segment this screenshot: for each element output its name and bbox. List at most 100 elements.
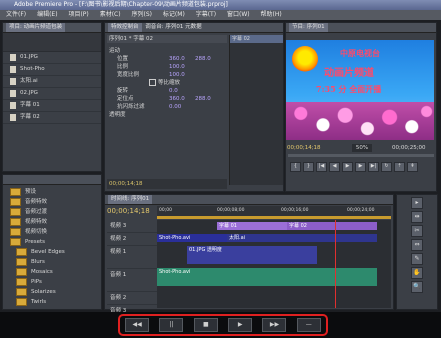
mark-out-button[interactable]: } bbox=[303, 162, 314, 172]
checkbox-icon[interactable] bbox=[149, 79, 156, 86]
property-row[interactable]: 抗闪烁过滤 0.00 bbox=[109, 103, 227, 111]
work-area-bar[interactable] bbox=[157, 216, 391, 219]
menu-file[interactable]: 文件(F) bbox=[6, 11, 26, 18]
property-row[interactable]: 比例 100.0 bbox=[109, 63, 227, 71]
track-select-tool[interactable]: ⇹ bbox=[411, 211, 423, 223]
clip[interactable]: 字幕 02 bbox=[287, 222, 377, 230]
scale-width-value[interactable]: 100.0 bbox=[169, 71, 185, 79]
zoom-select[interactable]: 50% bbox=[352, 144, 372, 152]
goto-out-button[interactable]: ▶| bbox=[368, 162, 379, 172]
position-y-value[interactable]: 288.0 bbox=[195, 55, 211, 63]
slip-tool[interactable]: ⇔ bbox=[411, 239, 423, 251]
clip[interactable]: Shot-Pho.avi bbox=[157, 268, 377, 286]
menu-edit[interactable]: 编辑(E) bbox=[37, 11, 57, 18]
stop-button[interactable]: ■ bbox=[193, 318, 218, 332]
list-item[interactable]: 视频切换 bbox=[3, 227, 101, 237]
play-button[interactable]: ▶ bbox=[342, 162, 353, 172]
selection-tool[interactable]: ▸ bbox=[411, 197, 423, 209]
track-video-2[interactable]: 视频 2 bbox=[107, 233, 157, 246]
tab-audio-mixer[interactable]: 调音台: 序列01 bbox=[145, 24, 183, 30]
video-preview[interactable]: 中原电视台 动画片频道 7:35 分 全面开播 bbox=[286, 40, 434, 140]
lift-button[interactable]: ⇡ bbox=[394, 162, 405, 172]
playhead[interactable] bbox=[335, 220, 336, 308]
tab-project[interactable]: 项目: 动画片频道包装 bbox=[6, 23, 66, 32]
list-item[interactable]: Twirls bbox=[3, 297, 101, 307]
position-x-value[interactable]: 360.0 bbox=[169, 55, 185, 63]
anchor-y-value[interactable]: 288.0 bbox=[195, 95, 211, 103]
time-ruler[interactable]: 00;00 00;00;08;00 00;00;16;00 00;00;24;0… bbox=[157, 206, 391, 216]
pen-tool[interactable]: ✎ bbox=[411, 253, 423, 265]
property-row[interactable]: 位置 360.0 288.0 bbox=[109, 55, 227, 63]
list-item[interactable]: 视频特效 bbox=[3, 217, 101, 227]
menu-sequence[interactable]: 序列(S) bbox=[132, 11, 153, 18]
list-item[interactable]: 字幕 02 bbox=[3, 112, 101, 124]
tab-effect-controls[interactable]: 特效控制台 bbox=[108, 23, 142, 32]
step-back-button[interactable]: ◀ bbox=[329, 162, 340, 172]
pause-button[interactable]: || bbox=[159, 318, 184, 332]
tab-timeline[interactable]: 时间线: 序列01 bbox=[108, 195, 153, 204]
list-item[interactable]: 字幕 01 bbox=[3, 100, 101, 112]
list-item[interactable]: 太阳.ai bbox=[3, 76, 101, 88]
property-row[interactable]: 透明度 bbox=[109, 111, 227, 119]
step-forward-button[interactable]: ▶ bbox=[355, 162, 366, 172]
clip[interactable]: 太阳.ai bbox=[227, 234, 377, 242]
menu-marker[interactable]: 标记(M) bbox=[163, 11, 185, 18]
goto-in-button[interactable]: |◀ bbox=[316, 162, 327, 172]
scale-value[interactable]: 100.0 bbox=[169, 63, 185, 71]
clip[interactable]: 字幕 01 bbox=[217, 222, 287, 230]
clip[interactable]: 01.JPG 透明度 bbox=[187, 246, 317, 264]
track-video-3[interactable]: 视频 3 bbox=[107, 220, 157, 233]
property-row[interactable]: 旋转 0.0 bbox=[109, 87, 227, 95]
list-item[interactable]: Bevel Edges bbox=[3, 247, 101, 257]
property-row[interactable]: 运动 bbox=[109, 47, 227, 55]
list-item[interactable]: Blurs bbox=[3, 257, 101, 267]
project-info-area bbox=[3, 33, 101, 52]
track-audio-2[interactable]: 音频 2 bbox=[107, 292, 157, 305]
list-item[interactable]: Presets bbox=[3, 237, 101, 247]
menu-window[interactable]: 窗口(W) bbox=[227, 11, 250, 18]
tab-program[interactable]: 节目: 序列01 bbox=[289, 23, 328, 32]
property-row[interactable]: 宽度比例 100.0 bbox=[109, 71, 227, 79]
property-row[interactable]: 定位点 360.0 288.0 bbox=[109, 95, 227, 103]
property-row[interactable]: 等比缩放 bbox=[109, 79, 227, 87]
mark-in-button[interactable]: { bbox=[290, 162, 301, 172]
list-item[interactable]: 音频特效 bbox=[3, 197, 101, 207]
ruler-label: 00;00;24;00 bbox=[347, 208, 375, 213]
track-audio-1[interactable]: 音频 1 bbox=[107, 269, 157, 292]
program-controls: {} |◀ ◀ ▶ ▶ ▶| ↻ ⇡ ⇞ bbox=[290, 162, 434, 186]
zoom-tool[interactable]: 🔍 bbox=[411, 281, 423, 293]
anchor-x-value[interactable]: 360.0 bbox=[169, 95, 185, 103]
menu-help[interactable]: 帮助(H) bbox=[261, 11, 282, 18]
loop-button[interactable]: ↻ bbox=[381, 162, 392, 172]
menu-clip[interactable]: 素材(C) bbox=[100, 11, 121, 18]
list-item[interactable]: 01.JPG bbox=[3, 52, 101, 64]
keyframe-area[interactable]: 字幕 02 bbox=[229, 35, 283, 185]
list-item[interactable]: Mosaics bbox=[3, 267, 101, 277]
list-item[interactable]: 预设 bbox=[3, 187, 101, 197]
tab-metadata[interactable]: 元数据 bbox=[185, 24, 202, 30]
list-item[interactable]: PiPs bbox=[3, 277, 101, 287]
image-file-icon bbox=[10, 78, 16, 85]
rotation-value[interactable]: 0.0 bbox=[169, 87, 178, 95]
play-button[interactable]: ▶ bbox=[228, 318, 253, 332]
razor-tool[interactable]: ✂ bbox=[411, 225, 423, 237]
fast-forward-button[interactable]: ▶▶ bbox=[262, 318, 287, 332]
list-item[interactable]: Solarizes bbox=[3, 287, 101, 297]
menu-project[interactable]: 项目(P) bbox=[68, 11, 88, 18]
clip[interactable]: Shot-Pho.avi bbox=[157, 234, 227, 242]
list-item[interactable]: Shot-Pho bbox=[3, 64, 101, 76]
extract-button[interactable]: ⇞ bbox=[407, 162, 418, 172]
list-item[interactable]: 02.JPG bbox=[3, 88, 101, 100]
rewind-button[interactable]: ◀◀ bbox=[125, 318, 150, 332]
minimize-button[interactable]: — bbox=[296, 318, 321, 332]
hand-tool[interactable]: ✋ bbox=[411, 267, 423, 279]
track-video-1[interactable]: 视频 1 bbox=[107, 246, 157, 269]
track-area[interactable]: 字幕 01 字幕 02 Shot-Pho.avi 太阳.ai 01.JPG 透明… bbox=[157, 220, 391, 308]
list-item[interactable]: 音频过渡 bbox=[3, 207, 101, 217]
ruler-label: 00;00;16;00 bbox=[281, 208, 309, 213]
preview-title-2: 动画片频道 bbox=[324, 68, 374, 79]
project-panel-header: 项目: 动画片频道包装 bbox=[3, 23, 101, 33]
menu-title[interactable]: 字幕(T) bbox=[196, 11, 216, 18]
flicker-value[interactable]: 0.00 bbox=[169, 103, 181, 111]
program-scrubber[interactable] bbox=[288, 154, 434, 157]
